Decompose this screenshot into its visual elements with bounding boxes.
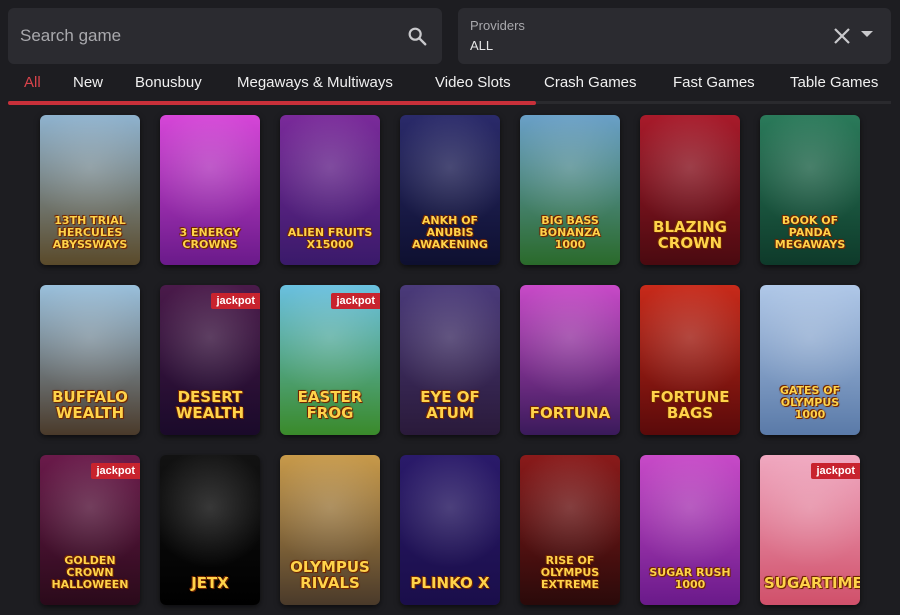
- game-title: Sugar Rush 1000: [649, 566, 731, 591]
- game-card[interactable]: Sugar Rush 1000: [640, 455, 740, 605]
- game-title: JetX: [191, 574, 229, 592]
- jackpot-badge: jackpot: [211, 293, 260, 309]
- games-grid: 13th Trial Hercules Abyssways 3 Energy Cr…: [0, 0, 900, 615]
- game-title: Olympus Rivals: [290, 558, 370, 592]
- game-card[interactable]: Alien Fruits x15000: [280, 115, 380, 265]
- game-title: Gates of Olympus 1000: [779, 384, 841, 421]
- game-card[interactable]: Blazing Crown: [640, 115, 740, 265]
- jackpot-badge: jackpot: [91, 463, 140, 479]
- jackpot-badge: jackpot: [811, 463, 860, 479]
- game-title: Easter Frog: [297, 388, 363, 422]
- game-card[interactable]: Ankh of Anubis Awakening: [400, 115, 500, 265]
- jackpot-badge: jackpot: [331, 293, 380, 309]
- game-title: Eye of Atum: [420, 388, 480, 422]
- game-card[interactable]: JetX: [160, 455, 260, 605]
- game-title: Rise of Olympus Extreme: [540, 554, 600, 591]
- game-title: Fortuna: [529, 404, 611, 422]
- game-card[interactable]: 3 Energy Crowns: [160, 115, 260, 265]
- game-title: Big Bass Bonanza 1000: [539, 214, 601, 251]
- game-card[interactable]: plinko x: [400, 455, 500, 605]
- game-title: Ankh of Anubis Awakening: [412, 214, 488, 251]
- game-card[interactable]: Big Bass Bonanza 1000: [520, 115, 620, 265]
- game-title: 13th Trial Hercules Abyssways: [52, 214, 128, 251]
- game-card[interactable]: Olympus Rivals: [280, 455, 380, 605]
- game-card[interactable]: Fortune Bags: [640, 285, 740, 435]
- game-card[interactable]: Eye of Atum: [400, 285, 500, 435]
- game-title: Buffalo Wealth: [52, 388, 128, 422]
- game-title: Alien Fruits x15000: [287, 226, 373, 251]
- game-card[interactable]: Desert Wealth jackpot: [160, 285, 260, 435]
- game-title: Book of Panda Megaways: [774, 214, 846, 251]
- game-card[interactable]: Fortuna: [520, 285, 620, 435]
- game-title: Blazing Crown: [653, 218, 727, 252]
- game-card[interactable]: Sugartime jackpot: [760, 455, 860, 605]
- game-title: 3 Energy Crowns: [179, 226, 241, 251]
- game-card[interactable]: Gates of Olympus 1000: [760, 285, 860, 435]
- game-title: plinko x: [410, 574, 490, 592]
- game-card[interactable]: Buffalo Wealth: [40, 285, 140, 435]
- game-title: Fortune Bags: [650, 388, 730, 422]
- game-card[interactable]: Golden Crown Halloween jackpot: [40, 455, 140, 605]
- game-card[interactable]: Rise of Olympus Extreme: [520, 455, 620, 605]
- game-title: Golden Crown Halloween: [51, 554, 129, 591]
- game-title: Sugartime: [764, 574, 860, 592]
- game-card[interactable]: 13th Trial Hercules Abyssways: [40, 115, 140, 265]
- game-card[interactable]: Easter Frog jackpot: [280, 285, 380, 435]
- game-title: Desert Wealth: [175, 388, 245, 422]
- game-card[interactable]: Book of Panda Megaways: [760, 115, 860, 265]
